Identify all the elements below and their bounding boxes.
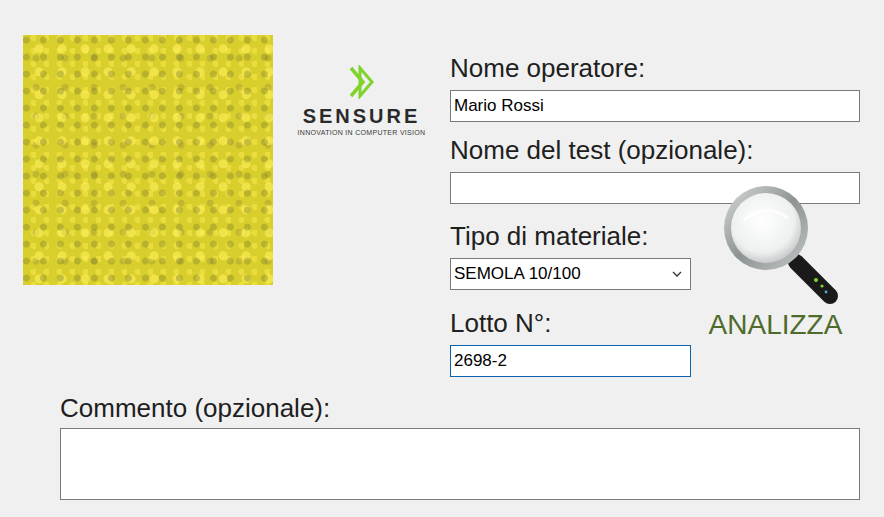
dropdown-arrow-icon xyxy=(672,271,682,278)
magnifier-icon xyxy=(718,182,844,306)
form-field: Nome del test (opzionale): xyxy=(450,134,860,204)
form-field: Lotto N°: xyxy=(450,307,691,377)
comment-textarea[interactable] xyxy=(60,428,860,500)
material-select[interactable]: SEMOLA 10/100 xyxy=(450,258,691,290)
chevron-logo-icon xyxy=(348,65,376,99)
comment-section: Commento (opzionale): xyxy=(60,392,860,517)
field-label: Nome del test (opzionale): xyxy=(450,134,860,166)
text-input[interactable] xyxy=(450,90,860,122)
select-value: SEMOLA 10/100 xyxy=(454,264,581,284)
form: Nome operatore: Nome del test (opzionale)… xyxy=(450,52,860,395)
analyze-label: ANALIZZA xyxy=(709,308,843,342)
sample-image xyxy=(23,35,273,285)
field-label: Nome operatore: xyxy=(450,52,860,84)
sensure-logo: SENSUREINNOVATION IN COMPUTER VISION xyxy=(273,65,450,138)
field-label: Lotto N°: xyxy=(450,307,691,339)
field-label: Tipo di materiale: xyxy=(450,220,691,252)
text-input[interactable] xyxy=(450,172,860,204)
form-field: Nome operatore: xyxy=(450,52,860,122)
analysis-form-window: SENSUREINNOVATION IN COMPUTER VISIONNome… xyxy=(0,0,884,517)
narrow-column: Tipo di materiale: SEMOLA 10/100 Lotto N°: xyxy=(450,220,691,377)
logo-name: SENSURE xyxy=(303,104,421,128)
analyze-button[interactable]: ANALIZZA xyxy=(691,182,860,342)
text-input[interactable] xyxy=(450,345,691,377)
logo-tagline: INNOVATION IN COMPUTER VISION xyxy=(298,128,426,138)
lower-row: Tipo di materiale: SEMOLA 10/100 Lotto N°:… xyxy=(450,220,860,377)
form-field: Tipo di materiale: SEMOLA 10/100 xyxy=(450,220,691,290)
comment-label: Commento (opzionale): xyxy=(60,392,860,424)
